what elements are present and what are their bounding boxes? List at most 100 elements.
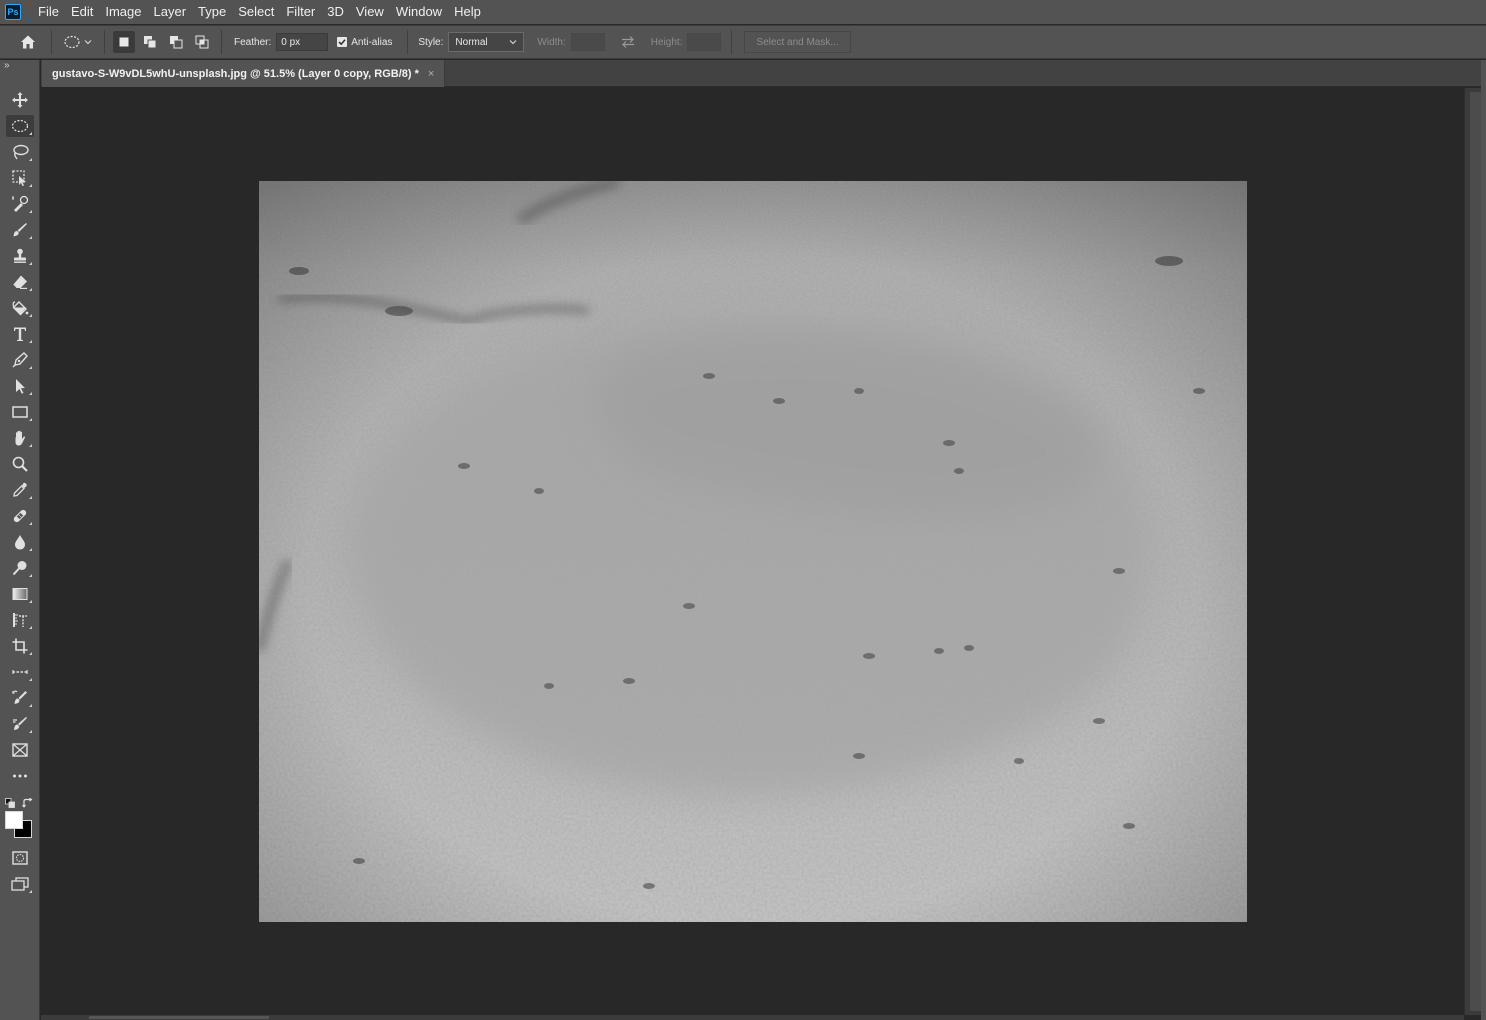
- dodge-tool[interactable]: [6, 557, 34, 579]
- eyedropper-icon: [13, 482, 27, 497]
- tool-group-indicator: [29, 210, 32, 213]
- pen-tool[interactable]: [6, 349, 34, 371]
- new-selection-icon: [119, 37, 129, 47]
- horizontal-scrollbar[interactable]: [41, 1015, 1464, 1020]
- document-canvas[interactable]: [259, 181, 1247, 922]
- slice-tool[interactable]: [6, 661, 34, 683]
- arrow-icon: [16, 379, 25, 394]
- select-and-mask-button[interactable]: Select and Mask...: [744, 31, 851, 53]
- tool-group-indicator: [29, 418, 32, 421]
- tool-group-indicator: [29, 340, 32, 343]
- ruler-tool[interactable]: [6, 609, 34, 631]
- menu-type[interactable]: Type: [192, 0, 232, 24]
- tool-group-indicator: [29, 600, 32, 603]
- frame-tool[interactable]: [6, 739, 34, 761]
- antialias-checkbox[interactable]: [337, 37, 348, 47]
- photoshop-logo-icon: Ps: [5, 4, 21, 20]
- history-brush-tool[interactable]: [6, 687, 34, 709]
- subtract-selection-button[interactable]: [165, 31, 187, 53]
- tool-preset-picker[interactable]: [60, 35, 96, 49]
- screen-mode-button[interactable]: [6, 873, 34, 895]
- new-selection-button[interactable]: [113, 31, 135, 53]
- width-label: Width:: [537, 36, 566, 48]
- tool-group-indicator: [29, 236, 32, 239]
- tool-group-indicator: [29, 184, 32, 187]
- elliptical-marquee-tool[interactable]: [6, 115, 34, 137]
- chevron-down-icon: [84, 40, 92, 45]
- clone-stamp-tool[interactable]: [6, 245, 34, 267]
- lasso-tool[interactable]: [6, 141, 34, 163]
- object-selection-tool[interactable]: [6, 167, 34, 189]
- menu-select[interactable]: Select: [232, 0, 280, 24]
- move-tool[interactable]: [6, 89, 34, 111]
- rectangle-tool[interactable]: [6, 401, 34, 423]
- menu-window[interactable]: Window: [390, 0, 448, 24]
- antialias-label: Anti-alias: [351, 36, 393, 48]
- collapse-panel-icon[interactable]: »: [4, 60, 10, 71]
- tool-group-indicator: [29, 730, 32, 733]
- zoom-icon: [12, 456, 28, 472]
- quick-mask-button[interactable]: [6, 847, 34, 869]
- document-tab[interactable]: gustavo-S-W9vDL5whU-unsplash.jpg @ 51.5%…: [42, 60, 446, 87]
- width-input[interactable]: [570, 33, 605, 51]
- menu-layer[interactable]: Layer: [148, 0, 193, 24]
- tool-group-indicator: [29, 548, 32, 551]
- rectangle-icon: [12, 406, 28, 418]
- quick-selection-tool[interactable]: [6, 193, 34, 215]
- ellipsis-icon: [13, 774, 27, 778]
- options-separator: [221, 30, 222, 54]
- tool-group-indicator: [29, 158, 32, 161]
- swap-dimensions-button[interactable]: [613, 35, 643, 49]
- close-tab-icon[interactable]: ×: [428, 68, 434, 80]
- canvas-workspace[interactable]: [41, 88, 1464, 1015]
- brush-tool[interactable]: [6, 219, 34, 241]
- pen-icon: [12, 352, 28, 368]
- quick-select-icon: [12, 195, 29, 212]
- blur-tool[interactable]: [6, 531, 34, 553]
- type-tool[interactable]: [6, 323, 34, 345]
- healing-brush-tool[interactable]: [6, 505, 34, 527]
- tool-group-indicator: [29, 652, 32, 655]
- screen-mode-icon: [11, 877, 29, 891]
- menu-3d[interactable]: 3D: [321, 0, 350, 24]
- dodge-icon: [12, 561, 27, 576]
- gradient-tool[interactable]: [6, 583, 34, 605]
- menu-view[interactable]: View: [350, 0, 390, 24]
- hand-icon: [15, 430, 26, 446]
- tool-group-indicator: [29, 890, 32, 893]
- menu-image[interactable]: Image: [99, 0, 147, 24]
- style-dropdown[interactable]: Normal: [448, 32, 525, 52]
- intersect-selection-icon: [195, 35, 209, 49]
- crop-icon: [12, 638, 28, 654]
- intersect-selection-button[interactable]: [191, 31, 213, 53]
- height-input[interactable]: [687, 33, 722, 51]
- menu-help[interactable]: Help: [448, 0, 487, 24]
- tool-group-indicator: [29, 444, 32, 447]
- ellipse-marquee-icon: [64, 35, 80, 49]
- foreground-color-swatch[interactable]: [5, 811, 23, 829]
- menu-filter[interactable]: Filter: [280, 0, 321, 24]
- lasso-icon: [13, 144, 29, 160]
- move-icon: [12, 92, 28, 108]
- add-selection-button[interactable]: [139, 31, 161, 53]
- horizontal-scrollbar-thumb[interactable]: [89, 1016, 269, 1019]
- eraser-tool[interactable]: [6, 271, 34, 293]
- mixer-brush-tool[interactable]: [6, 713, 34, 735]
- paint-bucket-tool[interactable]: [6, 297, 34, 319]
- feather-input[interactable]: [276, 33, 329, 51]
- drop-icon: [15, 535, 25, 550]
- more-tools-button[interactable]: [6, 765, 34, 787]
- eyedropper-tool[interactable]: [6, 479, 34, 501]
- menu-file[interactable]: File: [32, 0, 65, 24]
- hand-tool[interactable]: [6, 427, 34, 449]
- type-icon: [14, 327, 26, 341]
- path-selection-tool[interactable]: [6, 375, 34, 397]
- swap-colors-button[interactable]: [22, 795, 33, 813]
- menu-edit[interactable]: Edit: [65, 0, 99, 24]
- home-button[interactable]: [13, 33, 43, 51]
- zoom-tool[interactable]: [6, 453, 34, 475]
- crop-tool[interactable]: [6, 635, 34, 657]
- tools-panel: »: [0, 60, 40, 1020]
- checkmark-icon: [338, 39, 346, 46]
- brush-icon: [13, 223, 27, 237]
